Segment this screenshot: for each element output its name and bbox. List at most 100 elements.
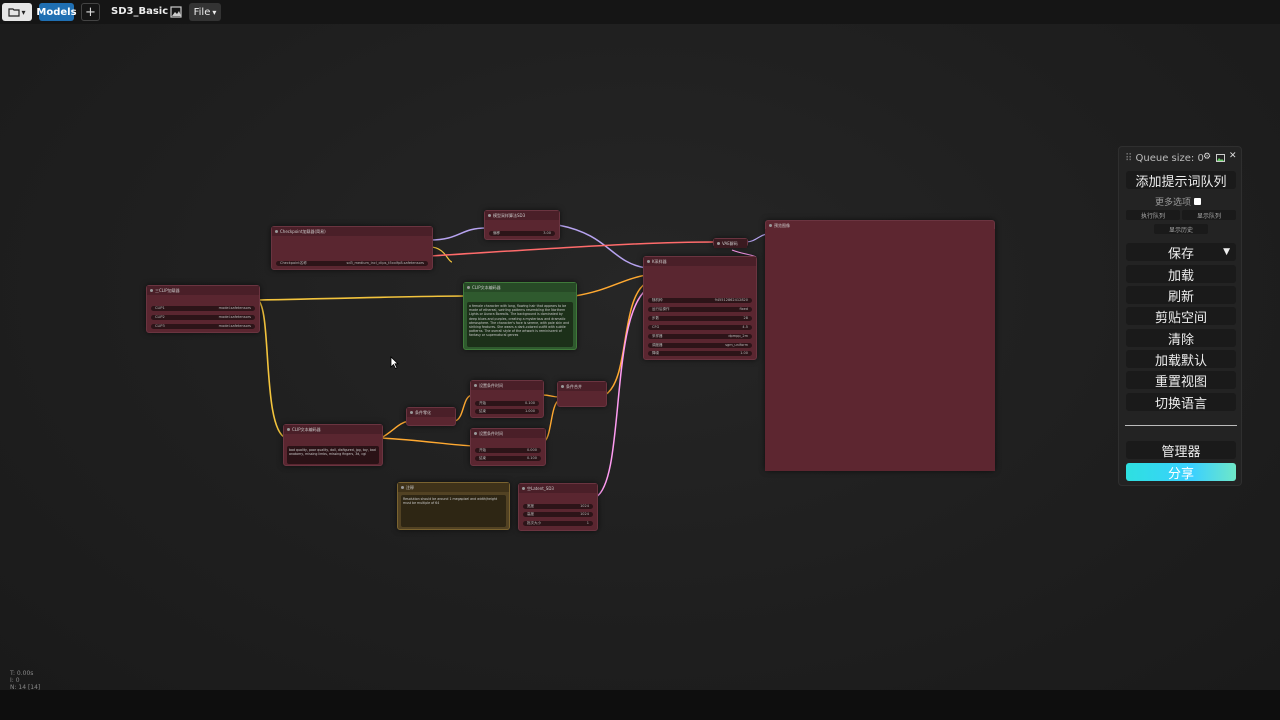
widget-label: CLIP2 [155, 315, 165, 319]
node-conditioning-set-timestep-range[interactable]: 设置条件时间 开始 0.100 结束 1.000 [470, 380, 544, 418]
view-history-button[interactable]: 显示队列 [1182, 210, 1236, 220]
widget-steps[interactable]: 步数 28 [648, 316, 752, 321]
widget-value: model.safetensors [218, 324, 251, 328]
widget-value: 3.00 [543, 231, 551, 235]
node-title: 设置条件时间 [471, 429, 545, 438]
node-note[interactable]: 注释 Resolution should be around 1 megapix… [397, 482, 510, 530]
widget-value: model.safetensors [218, 306, 251, 310]
widget-control-after[interactable]: 运行后操作 fixed [648, 307, 752, 312]
node-conditioning-zero-out[interactable]: 条件零化 [406, 407, 456, 426]
widget-label: CLIP1 [155, 306, 165, 310]
collapse-dot-icon[interactable] [561, 385, 564, 388]
widget-value: dpmpp_2m [728, 334, 748, 338]
widget-start[interactable]: 开始 0.000 [475, 448, 541, 453]
collapse-dot-icon[interactable] [410, 411, 413, 414]
collapse-dot-icon[interactable] [769, 224, 772, 227]
node-clip-text-encode-negative[interactable]: CLIP文本编码器 bad quality, poor quality, dol… [283, 424, 383, 466]
gear-icon[interactable]: ⚙ [1203, 152, 1211, 162]
node-model-sampling-sd3[interactable]: 模型采样算法SD3 偏移 3.00 [484, 210, 560, 240]
widget-clip1[interactable]: CLIP1 model.safetensors [151, 306, 255, 311]
widget-cfg[interactable]: CFG 4.5 [648, 325, 752, 330]
collapse-dot-icon[interactable] [717, 242, 720, 245]
save-button[interactable]: 保存 ▼ [1126, 243, 1236, 262]
widget-value: sgm_uniform [725, 343, 748, 347]
collapse-dot-icon[interactable] [467, 286, 470, 289]
view-queue-button[interactable]: 执行队列 [1126, 210, 1180, 220]
load-default-button[interactable]: 加载默认 [1126, 350, 1236, 369]
node-title: CLIP文本编码器 [284, 425, 382, 434]
widget-width[interactable]: 宽度 1024 [523, 504, 593, 509]
more-options-checkbox[interactable] [1194, 198, 1202, 205]
widget-scheduler[interactable]: 调度器 sgm_uniform [648, 343, 752, 348]
widget-label: 高度 [527, 512, 534, 516]
collapse-dot-icon[interactable] [275, 230, 278, 233]
widget-shift[interactable]: 偏移 3.00 [489, 231, 555, 236]
node-conditioning-set-timestep-range[interactable]: 设置条件时间 开始 0.000 结束 0.100 [470, 428, 546, 466]
image-icon[interactable] [168, 3, 184, 21]
collapse-dot-icon[interactable] [474, 432, 477, 435]
image-icon[interactable] [1216, 154, 1225, 162]
file-menu-button[interactable]: File ▾ [189, 3, 221, 21]
clear-button[interactable]: 清除 [1126, 329, 1236, 348]
collapse-dot-icon[interactable] [647, 260, 650, 263]
widget-ckpt-name[interactable]: Checkpoint名称 sd3_medium_incl_clips_t5xxl… [276, 261, 428, 266]
widget-value: 1.000 [524, 409, 535, 413]
queue-header: ⠿ Queue size: 0 [1125, 153, 1204, 164]
node-clip-text-encode-positive[interactable]: CLIP文本编码器 a female character with long, … [463, 282, 577, 350]
stat-iterations: I: 0 [10, 677, 20, 684]
load-button[interactable]: 加载 [1126, 265, 1236, 284]
chevron-down-icon: ▾ [212, 7, 217, 17]
queue-menu-panel: ⠿ Queue size: 0 ⚙ ✕ 添加提示词队列 更多选项 执行队列 显示… [1118, 146, 1242, 486]
collapse-dot-icon[interactable] [488, 214, 491, 217]
widget-clip3[interactable]: CLIP3 model.safetensors [151, 324, 255, 329]
manager-button[interactable]: 管理器 [1126, 441, 1236, 460]
widget-sampler[interactable]: 采样器 dpmpp_2m [648, 334, 752, 339]
share-button[interactable]: 分享 [1126, 463, 1236, 482]
show-history-button[interactable]: 显示历史 [1154, 224, 1208, 234]
refresh-button[interactable]: 刷新 [1126, 286, 1236, 305]
widget-denoise[interactable]: 降噪 1.00 [648, 351, 752, 356]
note-textarea[interactable]: Resolution should be around 1 megapixel … [401, 495, 506, 527]
collapse-dot-icon[interactable] [474, 384, 477, 387]
widget-value: sd3_medium_incl_clips_t5xxlfp8.safetenso… [346, 261, 425, 265]
chevron-down-icon: ▾ [21, 7, 26, 17]
add-workflow-button[interactable]: + [81, 3, 100, 21]
drag-handle-icon[interactable]: ⠿ [1125, 153, 1132, 164]
collapse-dot-icon[interactable] [150, 289, 153, 292]
widget-clip2[interactable]: CLIP2 model.safetensors [151, 315, 255, 320]
widget-label: 批次大小 [527, 521, 541, 525]
clipspace-button[interactable]: 剪贴空间 [1126, 307, 1236, 326]
node-vae-decode[interactable]: VAE解码 [713, 238, 748, 248]
prompt-textarea[interactable]: bad quality, poor quality, doll, disfigu… [287, 446, 379, 464]
switch-language-button[interactable]: 切换语言 [1126, 393, 1236, 412]
widget-seed[interactable]: 随机种 945512862412820 [648, 298, 752, 303]
widget-end[interactable]: 结束 1.000 [475, 409, 539, 414]
models-button[interactable]: Models [36, 3, 77, 21]
prompt-textarea[interactable]: a female character with long, flowing ha… [467, 302, 573, 347]
widget-value: 0.100 [526, 456, 537, 460]
node-canvas[interactable] [0, 24, 1280, 690]
widget-value: 1024 [580, 512, 589, 516]
node-conditioning-combine[interactable]: 条件合并 [557, 381, 607, 407]
close-icon[interactable]: ✕ [1229, 151, 1237, 161]
node-title: 条件零化 [407, 408, 455, 417]
widget-value: 1024 [580, 504, 589, 508]
collapse-dot-icon[interactable] [522, 487, 525, 490]
collapse-dot-icon[interactable] [401, 486, 404, 489]
widget-height[interactable]: 高度 1024 [523, 512, 593, 517]
node-triple-clip-loader[interactable]: 三CLIP加载器 CLIP1 model.safetensors CLIP2 mod… [146, 285, 260, 333]
widget-start[interactable]: 开始 0.100 [475, 401, 539, 406]
node-checkpoint-loader[interactable]: Checkpoint加载器(简易) Checkpoint名称 sd3_mediu… [271, 226, 433, 270]
reset-view-button[interactable]: 重置视图 [1126, 371, 1236, 390]
widget-value: 1.00 [740, 351, 748, 355]
queue-prompt-button[interactable]: 添加提示词队列 [1126, 171, 1236, 190]
collapse-dot-icon[interactable] [287, 428, 290, 431]
widget-value: 4.5 [742, 325, 748, 329]
widget-batch-size[interactable]: 批次大小 1 [523, 521, 593, 526]
widget-end[interactable]: 结束 0.100 [475, 456, 541, 461]
node-ksampler[interactable]: K采样器 随机种 945512862412820 运行后操作 fixed 步数 28 … [643, 256, 757, 360]
chevron-down-icon[interactable]: ▼ [1223, 247, 1230, 257]
widget-label: 宽度 [527, 504, 534, 508]
workflow-folder-button[interactable]: ▾ [2, 3, 32, 21]
node-empty-latent-sd3[interactable]: 空Latent_SD3 宽度 1024 高度 1024 批次大小 1 [518, 483, 598, 531]
